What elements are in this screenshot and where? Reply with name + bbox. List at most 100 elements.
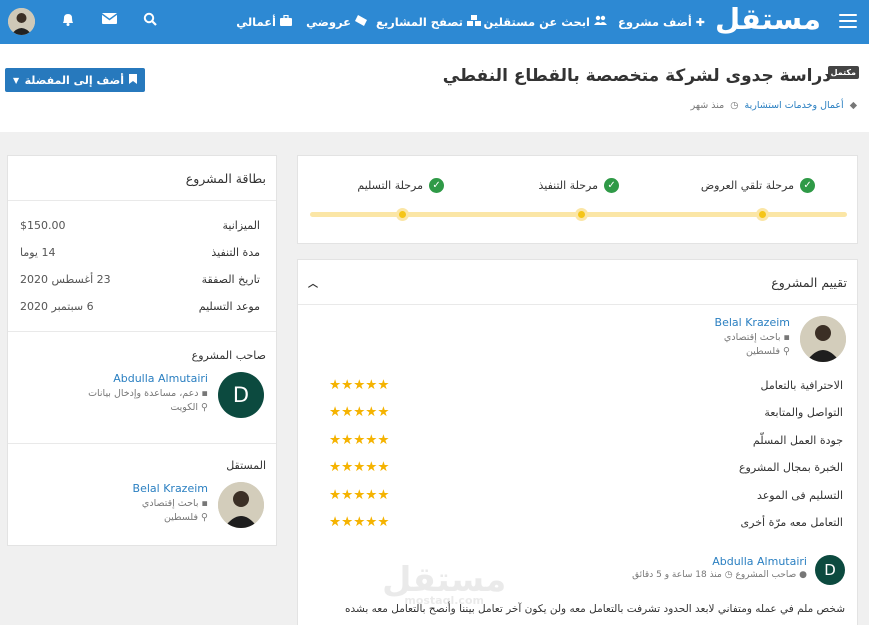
avatar[interactable]: D	[218, 372, 264, 418]
row-value: $150.00	[20, 219, 66, 232]
country-text: الكويت	[170, 402, 198, 413]
nav-add-project[interactable]: ✚ أضف مشروع	[618, 15, 705, 29]
add-to-favorites-button[interactable]: أضف إلى المفضلة ▼	[5, 68, 145, 92]
posted-time: منذ شهر	[690, 100, 725, 111]
status-badge: مكتمل	[827, 66, 859, 79]
rating-label: جودة العمل المسلّم	[752, 433, 843, 447]
project-stages: ✓ مرحلة تلقي العروض ✓ مرحلة التنفيذ ✓ مر…	[297, 155, 858, 244]
user-avatar[interactable]	[8, 8, 35, 35]
role-text: دعم، مساعدة وإدخال بيانات	[88, 388, 199, 399]
clock-icon: ◷	[724, 570, 733, 580]
review-header[interactable]: تقييم المشروع ︿	[298, 260, 857, 305]
caret-down-icon[interactable]: ▼	[13, 76, 19, 85]
divider	[8, 331, 276, 332]
comment-author: D Abdulla Almutairi ● صاحب المشروع ◷ منذ…	[632, 555, 845, 585]
map-marker-icon: ⚲	[201, 512, 208, 523]
rating-row: الاحترافية بالتعامل ★★★★★	[313, 377, 843, 393]
check-icon: ✓	[604, 178, 619, 193]
row-label: مدة التنفيذ	[211, 246, 260, 259]
reviewer-name[interactable]: Belal Krazeim	[715, 316, 790, 329]
progress-dot	[396, 208, 409, 221]
stage-delivery: ✓ مرحلة التسليم	[357, 178, 444, 193]
tag-icon: ◆	[849, 100, 857, 111]
avatar[interactable]	[800, 316, 846, 362]
reviewer-role: ▪ باحث إقتصادي	[715, 332, 790, 343]
row-label: تاريخ الصفقة	[201, 273, 260, 286]
rating-row: التواصل والمتابعة ★★★★★	[313, 404, 843, 420]
card-row-delivery-date: موعد التسليم 6 سبتمبر 2020	[20, 300, 260, 313]
nav-my-works[interactable]: أعمالي	[236, 14, 292, 29]
owner-role: ▪ دعم، مساعدة وإدخال بيانات	[88, 388, 208, 399]
cubes-icon	[467, 15, 481, 29]
rating-label: الخبرة بمجال المشروع	[738, 460, 843, 474]
review-title: تقييم المشروع	[771, 274, 847, 290]
row-label: الميزانية	[222, 219, 261, 232]
nav-item-label: أضف مشروع	[618, 15, 692, 29]
favorite-label: أضف إلى المفضلة	[24, 73, 124, 87]
star-rating: ★★★★★	[329, 404, 390, 420]
page-title: دراسة جدوى لشركة متخصصة بالقطاع النفطي	[442, 66, 831, 86]
project-card: بطاقة المشروع الميزانية $150.00 مدة التن…	[7, 155, 277, 546]
nav-item-label: ابحث عن مستقلين	[483, 15, 590, 29]
menu-icon[interactable]	[839, 14, 857, 28]
freelancer-name[interactable]: Belal Krazeim	[133, 482, 208, 495]
card-title: بطاقة المشروع	[185, 170, 266, 186]
rating-label: التعامل معه مرّة أخرى	[740, 515, 843, 529]
freelancer-heading: المستقل	[226, 459, 266, 472]
project-header: مكتمل دراسة جدوى لشركة متخصصة بالقطاع ال…	[0, 44, 869, 132]
owner-name[interactable]: Abdulla Almutairi	[88, 372, 208, 385]
rating-label: التسليم فى الموعد	[756, 488, 843, 502]
nav-browse-projects[interactable]: تصفح المشاريع	[376, 15, 481, 29]
briefcase-icon: ▪	[783, 332, 790, 343]
project-owner: D Abdulla Almutairi ▪ دعم، مساعدة وإدخال…	[88, 372, 264, 418]
card-row-deal-date: تاريخ الصفقة 23 أغسطس 2020	[20, 273, 260, 286]
rating-label: الاحترافية بالتعامل	[760, 378, 843, 392]
map-marker-icon: ⚲	[201, 402, 208, 413]
bell-icon[interactable]	[61, 12, 75, 30]
nav-item-label: تصفح المشاريع	[375, 15, 463, 29]
rating-row: التعامل معه مرّة أخرى ★★★★★	[313, 514, 843, 530]
ticket-icon	[355, 15, 367, 29]
stage-receive-bids: ✓ مرحلة تلقي العروض	[701, 178, 815, 193]
nav-item-label: عروضي	[306, 15, 351, 29]
nav-my-bids[interactable]: عروضي	[306, 15, 367, 29]
card-header: بطاقة المشروع	[8, 156, 276, 201]
freelancer: Belal Krazeim ▪ باحث إقتصادي ⚲ فلسطين	[133, 482, 264, 528]
search-icon[interactable]	[143, 12, 157, 30]
rating-row: جودة العمل المسلّم ★★★★★	[313, 432, 843, 448]
stage-label: مرحلة تلقي العروض	[700, 179, 794, 192]
freelancer-country: ⚲ فلسطين	[133, 512, 208, 523]
briefcase-icon: ▪	[201, 388, 208, 399]
check-icon: ✓	[429, 178, 444, 193]
comment-meta: ● صاحب المشروع ◷ منذ 18 ساعة و 5 دقائق	[632, 570, 807, 580]
comment-author-name[interactable]: Abdulla Almutairi	[632, 555, 807, 568]
progress-dot	[575, 208, 588, 221]
star-rating: ★★★★★	[329, 514, 390, 530]
star-rating: ★★★★★	[329, 459, 390, 475]
site-logo[interactable]: مستقل	[715, 2, 822, 36]
reviewer: Belal Krazeim ▪ باحث إقتصادي ⚲ فلسطين	[715, 316, 846, 362]
rating-row: الخبرة بمجال المشروع ★★★★★	[313, 459, 843, 475]
author-role: صاحب المشروع	[735, 570, 797, 580]
stage-label: مرحلة التنفيذ	[538, 179, 598, 192]
star-rating: ★★★★★	[329, 377, 390, 393]
users-icon	[594, 15, 607, 29]
row-value: 23 أغسطس 2020	[20, 273, 111, 286]
avatar[interactable]: D	[815, 555, 845, 585]
rating-label: التواصل والمتابعة	[764, 405, 843, 419]
chevron-up-icon[interactable]: ︿	[308, 275, 318, 290]
comment-time: منذ 18 ساعة و 5 دقائق	[632, 570, 722, 580]
plus-icon: ✚	[695, 15, 705, 29]
user-icon: ●	[799, 570, 807, 580]
row-label: موعد التسليم	[198, 300, 260, 313]
nav-item-label: أعمالي	[236, 15, 276, 29]
nav-find-freelancers[interactable]: ابحث عن مستقلين	[484, 15, 607, 29]
avatar[interactable]	[218, 482, 264, 528]
watermark: مستقل mostaql.com	[382, 560, 507, 607]
check-icon: ✓	[800, 178, 815, 193]
progress-track	[310, 208, 847, 221]
envelope-icon[interactable]	[101, 12, 118, 29]
category-link[interactable]: أعمال وخدمات استشارية	[745, 100, 844, 111]
map-marker-icon: ⚲	[783, 346, 790, 357]
star-rating: ★★★★★	[329, 487, 390, 503]
